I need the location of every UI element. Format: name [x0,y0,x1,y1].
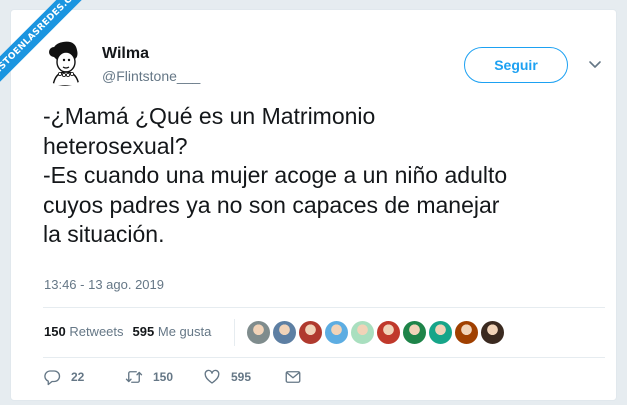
message-button[interactable] [284,367,302,387]
tweet-text: -¿Mamá ¿Qué es un Matrimonio heterosexua… [43,103,508,247]
liker-avatar[interactable] [376,320,401,345]
retweet-button[interactable]: 150 [125,367,173,387]
reply-icon [44,370,61,386]
likes-count: 595 [132,324,155,339]
stats-divider [234,319,235,346]
likes-stat[interactable]: 595 Me gusta [133,324,212,339]
liker-avatar[interactable] [402,320,427,345]
liker-avatar[interactable] [480,320,505,345]
engagement-stats: 150 Retweets 595 Me gusta [44,324,211,339]
retweet-icon [125,371,143,383]
tweet-timestamp[interactable]: 13:46 - 13 ago. 2019 [44,277,164,292]
retweets-count: 150 [44,324,66,339]
tweet-card: Wilma @Flintstone___ Seguir -¿Mamá ¿Qué … [10,9,617,401]
retweet-count: 150 [153,370,174,384]
reply-button[interactable]: 22 [43,367,84,387]
retweets-stat[interactable]: 150 Retweets [44,324,124,339]
liker-avatar[interactable] [272,320,297,345]
reply-count: 22 [71,370,85,384]
likes-label: Me gusta [157,324,212,339]
envelope-icon [285,371,301,383]
liker-avatar[interactable] [324,320,349,345]
liker-avatar[interactable] [298,320,323,345]
divider [43,307,605,308]
like-count: 595 [231,370,252,384]
user-handle[interactable]: @Flintstone___ [102,68,200,84]
like-button[interactable]: 595 [203,367,251,387]
heart-icon [204,369,220,384]
divider [43,357,605,358]
retweets-label: Retweets [69,324,124,339]
avatar[interactable] [39,34,91,86]
chevron-down-icon[interactable] [588,58,602,72]
user-name[interactable]: Wilma [102,45,149,63]
follow-button[interactable]: Seguir [464,47,568,83]
liker-avatar[interactable] [454,320,479,345]
liker-avatar[interactable] [246,320,271,345]
liker-avatar[interactable] [350,320,375,345]
liker-avatar[interactable] [428,320,453,345]
